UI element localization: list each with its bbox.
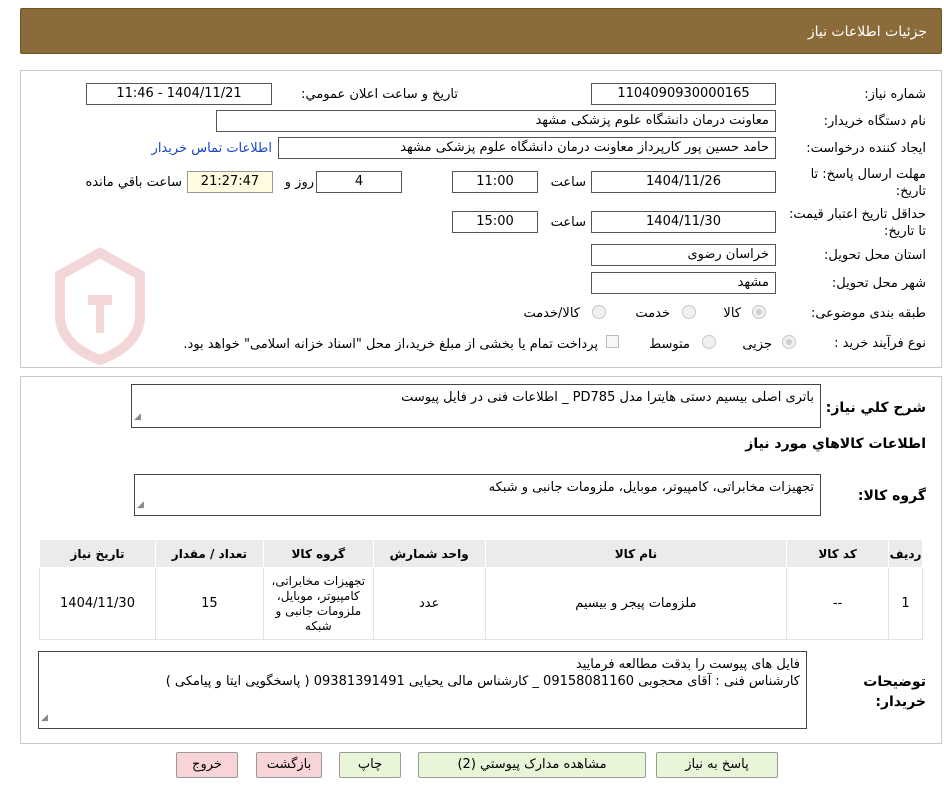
- col-unit-header: واحد شمارش: [372, 539, 486, 568]
- need-number-field: 1104090930000165: [591, 83, 776, 105]
- reply-button[interactable]: پاسخ به نیاز: [656, 752, 778, 778]
- treasury-payment-checkbox[interactable]: [606, 335, 619, 348]
- deadline-label: مهلت ارسال پاسخ: تا تاریخ:: [810, 167, 926, 199]
- col-group-header: گروه کالا: [262, 539, 374, 568]
- remaining-time-field: 21:27:47: [187, 171, 273, 193]
- resize-grip-icon[interactable]: ◢: [134, 409, 141, 426]
- buyer-notes-line2: کارشناس فنی : آقای محجوبی 09158081160 _ …: [165, 674, 800, 689]
- category-option-goods-service: کالا/خدمت: [523, 306, 580, 321]
- requester-label: ايجاد کننده درخواست:: [806, 141, 926, 156]
- general-desc-text: باتری اصلی بیسیم دستی هایترا مدل PD785 _…: [401, 390, 814, 405]
- col-date-header: تاريخ نياز: [39, 539, 156, 568]
- buyer-notes-line1: فایل های پیوست را بدقت مطالعه فرمایید: [575, 657, 800, 672]
- table-header-row: رديف کد کالا نام کالا واحد شمارش گروه کا…: [39, 539, 923, 568]
- validity-time-label: ساعت: [550, 215, 586, 230]
- province-label: استان محل تحويل:: [824, 248, 926, 263]
- validity-date-field: 1404/11/30: [591, 211, 776, 233]
- cell-name: ملزومات پیجر و بیسیم: [484, 567, 788, 640]
- announce-label: تاریخ و ساعت اعلان عمومي:: [301, 87, 458, 102]
- deadline-time-label: ساعت: [550, 175, 586, 190]
- goods-group-text: تجهیزات مخابراتی، کامپیوتر، موبایل، ملزو…: [488, 480, 814, 495]
- attachments-button[interactable]: مشاهده مدارک پيوستي (2): [418, 752, 646, 778]
- city-field: مشهد: [591, 272, 776, 294]
- exit-button[interactable]: خروج: [176, 752, 238, 778]
- goods-table: رديف کد کالا نام کالا واحد شمارش گروه کا…: [39, 539, 923, 640]
- validity-label: حداقل تاريخ اعتبار قيمت: تا تاریخ:: [788, 207, 926, 239]
- buyer-org-field: معاونت درمان دانشگاه علوم پزشکی مشهد: [216, 110, 776, 132]
- cell-code: --: [786, 567, 890, 640]
- cell-row: 1: [888, 567, 923, 640]
- cell-date: 1404/11/30: [39, 567, 156, 640]
- need-number-label: شماره نیاز:: [864, 87, 926, 102]
- city-label: شهر محل تحويل:: [831, 276, 926, 291]
- goods-group-label: گروه کالا:: [857, 488, 926, 504]
- buyer-notes-box: فایل های پیوست را بدقت مطالعه فرمایید کا…: [38, 651, 807, 729]
- back-button[interactable]: بازگشت: [256, 752, 322, 778]
- requester-field: حامد حسین پور کارپرداز معاونت درمان دانش…: [278, 137, 776, 159]
- days-field: 4: [316, 171, 402, 193]
- print-button[interactable]: چاپ: [339, 752, 401, 778]
- cell-group: تجهیزات مخابراتی، کامپیوتر، موبایل، ملزو…: [262, 567, 374, 640]
- contact-info-link[interactable]: اطلاعات تماس خریدار: [152, 141, 272, 156]
- buyer-org-label: نام دستگاه خريدار:: [823, 114, 926, 129]
- process-label: نوع فرآیند خرید :: [834, 336, 926, 351]
- province-field: خراسان رضوی: [591, 244, 776, 266]
- resize-grip-icon[interactable]: ◢: [137, 497, 144, 514]
- general-desc-box: باتری اصلی بیسیم دستی هایترا مدل PD785 _…: [131, 384, 821, 428]
- treasury-payment-note: پرداخت تمام یا بخشی از مبلغ خرید،از محل …: [183, 337, 598, 352]
- process-radio-minor[interactable]: [782, 335, 796, 349]
- category-radio-goods[interactable]: [752, 305, 766, 319]
- deadline-time-field: 11:00: [452, 171, 538, 193]
- col-name-header: نام کالا: [484, 539, 788, 568]
- col-row-header: رديف: [888, 539, 923, 568]
- process-option-medium: متوسط: [649, 337, 690, 352]
- deadline-date-field: 1404/11/26: [591, 171, 776, 193]
- goods-info-title: اطلاعات کالاهاي مورد نياز: [745, 436, 926, 452]
- table-row: 1 -- ملزومات پیجر و بیسیم عدد تجهیزات مخ…: [39, 567, 923, 640]
- cell-unit: عدد: [372, 567, 486, 640]
- goods-group-box: تجهیزات مخابراتی، کامپیوتر، موبایل، ملزو…: [134, 474, 821, 516]
- buyer-notes-label: توضيحات خريدار:: [863, 674, 926, 710]
- remaining-label: ساعت باقي مانده: [85, 175, 182, 190]
- validity-time-field: 15:00: [452, 211, 538, 233]
- process-option-minor: جزیی: [742, 337, 772, 352]
- announce-datetime-field: 1404/11/21 - 11:46: [86, 83, 272, 105]
- days-label: روز و: [284, 175, 314, 190]
- category-option-service: خدمت: [635, 306, 670, 321]
- category-radio-goods-service[interactable]: [592, 305, 606, 319]
- category-option-goods: کالا: [723, 306, 741, 321]
- col-qty-header: تعداد / مقدار: [155, 539, 264, 568]
- general-desc-label: شرح کلي نياز:: [825, 400, 926, 416]
- page-title: جزئیات اطلاعات نیاز: [807, 24, 927, 40]
- category-radio-service[interactable]: [682, 305, 696, 319]
- col-code-header: کد کالا: [786, 539, 890, 568]
- category-label: طبقه بندی موضوعی:: [810, 306, 926, 321]
- resize-grip-icon[interactable]: ◢: [41, 710, 48, 727]
- process-radio-medium[interactable]: [702, 335, 716, 349]
- page-header: جزئیات اطلاعات نیاز: [20, 8, 942, 54]
- cell-qty: 15: [155, 567, 264, 640]
